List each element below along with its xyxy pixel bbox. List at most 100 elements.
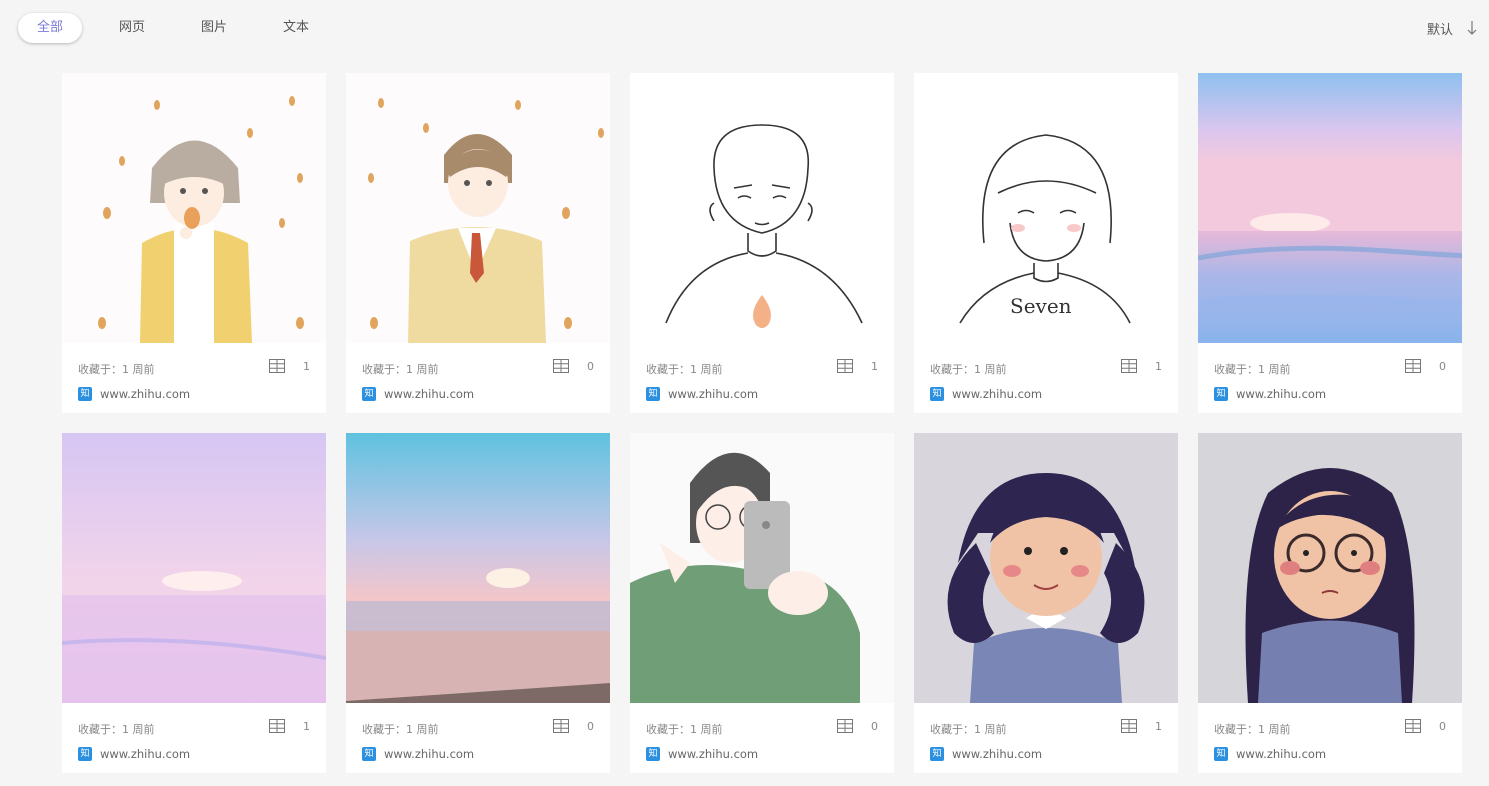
saved-time: 收藏于：1 周前: [362, 723, 439, 736]
card-image[interactable]: [62, 73, 326, 343]
source-link[interactable]: 知 www.zhihu.com: [1214, 387, 1326, 401]
filter-bar: 全部 网页 图片 文本 默认: [0, 0, 1489, 56]
collection-card[interactable]: 收藏于：1 周前 1 知 www.zhihu.com: [62, 73, 326, 413]
source-url: www.zhihu.com: [1236, 747, 1327, 761]
card-image[interactable]: [1198, 73, 1462, 343]
collection-card[interactable]: Seven 收藏于：1 周前 1 知 www.zhihu.com: [914, 73, 1178, 413]
collection-count[interactable]: 1: [1121, 359, 1162, 373]
folder-grid-icon: [269, 359, 285, 373]
count-value: 1: [1155, 359, 1162, 373]
zhihu-icon: 知: [362, 747, 376, 761]
zhihu-icon: 知: [646, 747, 660, 761]
card-meta: 收藏于：1 周前 1 知 www.zhihu.com: [62, 703, 326, 773]
card-image[interactable]: [346, 433, 610, 703]
card-meta: 收藏于：1 周前 0 知 www.zhihu.com: [1198, 343, 1462, 413]
sort-control[interactable]: 默认: [1427, 13, 1477, 43]
saved-time: 收藏于：1 周前: [930, 363, 1007, 376]
collection-count[interactable]: 0: [553, 359, 594, 373]
card-image[interactable]: Seven: [914, 73, 1178, 343]
folder-grid-icon: [269, 719, 285, 733]
saved-time: 收藏于：1 周前: [646, 723, 723, 736]
card-meta: 收藏于：1 周前 0 知 www.zhihu.com: [630, 703, 894, 773]
collection-count[interactable]: 0: [837, 719, 878, 733]
card-meta: 收藏于：1 周前 1 知 www.zhihu.com: [62, 343, 326, 413]
collection-card[interactable]: 收藏于：1 周前 1 知 www.zhihu.com: [914, 433, 1178, 773]
tab-webpage[interactable]: 网页: [100, 13, 164, 43]
tab-image[interactable]: 图片: [182, 13, 246, 43]
source-url: www.zhihu.com: [952, 747, 1043, 761]
source-url: www.zhihu.com: [384, 387, 475, 401]
folder-grid-icon: [1405, 719, 1421, 733]
card-image[interactable]: [630, 433, 894, 703]
saved-time: 收藏于：1 周前: [930, 723, 1007, 736]
source-url: www.zhihu.com: [668, 747, 759, 761]
collection-count[interactable]: 0: [1405, 719, 1446, 733]
source-url: www.zhihu.com: [668, 387, 759, 401]
collection-card[interactable]: 收藏于：1 周前 0 知 www.zhihu.com: [346, 433, 610, 773]
saved-time: 收藏于：1 周前: [362, 363, 439, 376]
card-meta: 收藏于：1 周前 1 知 www.zhihu.com: [914, 703, 1178, 773]
collection-count[interactable]: 1: [269, 359, 310, 373]
card-image[interactable]: [62, 433, 326, 703]
svg-text:Seven: Seven: [1010, 294, 1072, 318]
collection-card[interactable]: 收藏于：1 周前 0 知 www.zhihu.com: [1198, 433, 1462, 773]
saved-time: 收藏于：1 周前: [1214, 363, 1291, 376]
source-link[interactable]: 知 www.zhihu.com: [930, 387, 1042, 401]
count-value: 1: [303, 719, 310, 733]
folder-grid-icon: [1121, 359, 1137, 373]
collection-grid: 收藏于：1 周前 1 知 www.zhihu.com 收藏于：1 周前 0 知 …: [62, 73, 1462, 773]
folder-grid-icon: [1405, 359, 1421, 373]
collection-count[interactable]: 0: [553, 719, 594, 733]
folder-grid-icon: [553, 719, 569, 733]
card-meta: 收藏于：1 周前 0 知 www.zhihu.com: [346, 343, 610, 413]
saved-time: 收藏于：1 周前: [1214, 723, 1291, 736]
collection-count[interactable]: 1: [837, 359, 878, 373]
folder-grid-icon: [1121, 719, 1137, 733]
collection-count[interactable]: 1: [1121, 719, 1162, 733]
arrow-down-icon[interactable]: [1467, 20, 1477, 36]
zhihu-icon: 知: [78, 747, 92, 761]
collection-card[interactable]: 收藏于：1 周前 0 知 www.zhihu.com: [1198, 73, 1462, 413]
zhihu-icon: 知: [646, 387, 660, 401]
zhihu-icon: 知: [930, 747, 944, 761]
zhihu-icon: 知: [78, 387, 92, 401]
collection-count[interactable]: 0: [1405, 359, 1446, 373]
source-link[interactable]: 知 www.zhihu.com: [78, 387, 190, 401]
source-url: www.zhihu.com: [1236, 387, 1327, 401]
source-url: www.zhihu.com: [100, 747, 191, 761]
source-link[interactable]: 知 www.zhihu.com: [78, 747, 190, 761]
collection-card[interactable]: 收藏于：1 周前 0 知 www.zhihu.com: [346, 73, 610, 413]
count-value: 0: [587, 359, 594, 373]
collection-card[interactable]: 收藏于：1 周前 0 知 www.zhihu.com: [630, 433, 894, 773]
card-meta: 收藏于：1 周前 0 知 www.zhihu.com: [346, 703, 610, 773]
collection-card[interactable]: 收藏于：1 周前 1 知 www.zhihu.com: [630, 73, 894, 413]
saved-time: 收藏于：1 周前: [78, 363, 155, 376]
folder-grid-icon: [553, 359, 569, 373]
saved-time: 收藏于：1 周前: [78, 723, 155, 736]
folder-grid-icon: [837, 719, 853, 733]
source-link[interactable]: 知 www.zhihu.com: [646, 747, 758, 761]
tab-text[interactable]: 文本: [264, 13, 328, 43]
collection-count[interactable]: 1: [269, 719, 310, 733]
collection-card[interactable]: 收藏于：1 周前 1 知 www.zhihu.com: [62, 433, 326, 773]
source-link[interactable]: 知 www.zhihu.com: [930, 747, 1042, 761]
card-meta: 收藏于：1 周前 1 知 www.zhihu.com: [914, 343, 1178, 413]
card-image[interactable]: [1198, 433, 1462, 703]
saved-time: 收藏于：1 周前: [646, 363, 723, 376]
zhihu-icon: 知: [1214, 747, 1228, 761]
card-meta: 收藏于：1 周前 1 知 www.zhihu.com: [630, 343, 894, 413]
sort-label: 默认: [1426, 22, 1453, 38]
card-image[interactable]: [346, 73, 610, 343]
count-value: 1: [1155, 719, 1162, 733]
source-link[interactable]: 知 www.zhihu.com: [1214, 747, 1326, 761]
source-url: www.zhihu.com: [952, 387, 1043, 401]
count-value: 1: [871, 359, 878, 373]
card-image[interactable]: [914, 433, 1178, 703]
zhihu-icon: 知: [930, 387, 944, 401]
tab-all[interactable]: 全部: [18, 13, 82, 43]
source-link[interactable]: 知 www.zhihu.com: [362, 387, 474, 401]
card-image[interactable]: [630, 73, 894, 343]
source-link[interactable]: 知 www.zhihu.com: [362, 747, 474, 761]
source-link[interactable]: 知 www.zhihu.com: [646, 387, 758, 401]
source-url: www.zhihu.com: [384, 747, 475, 761]
